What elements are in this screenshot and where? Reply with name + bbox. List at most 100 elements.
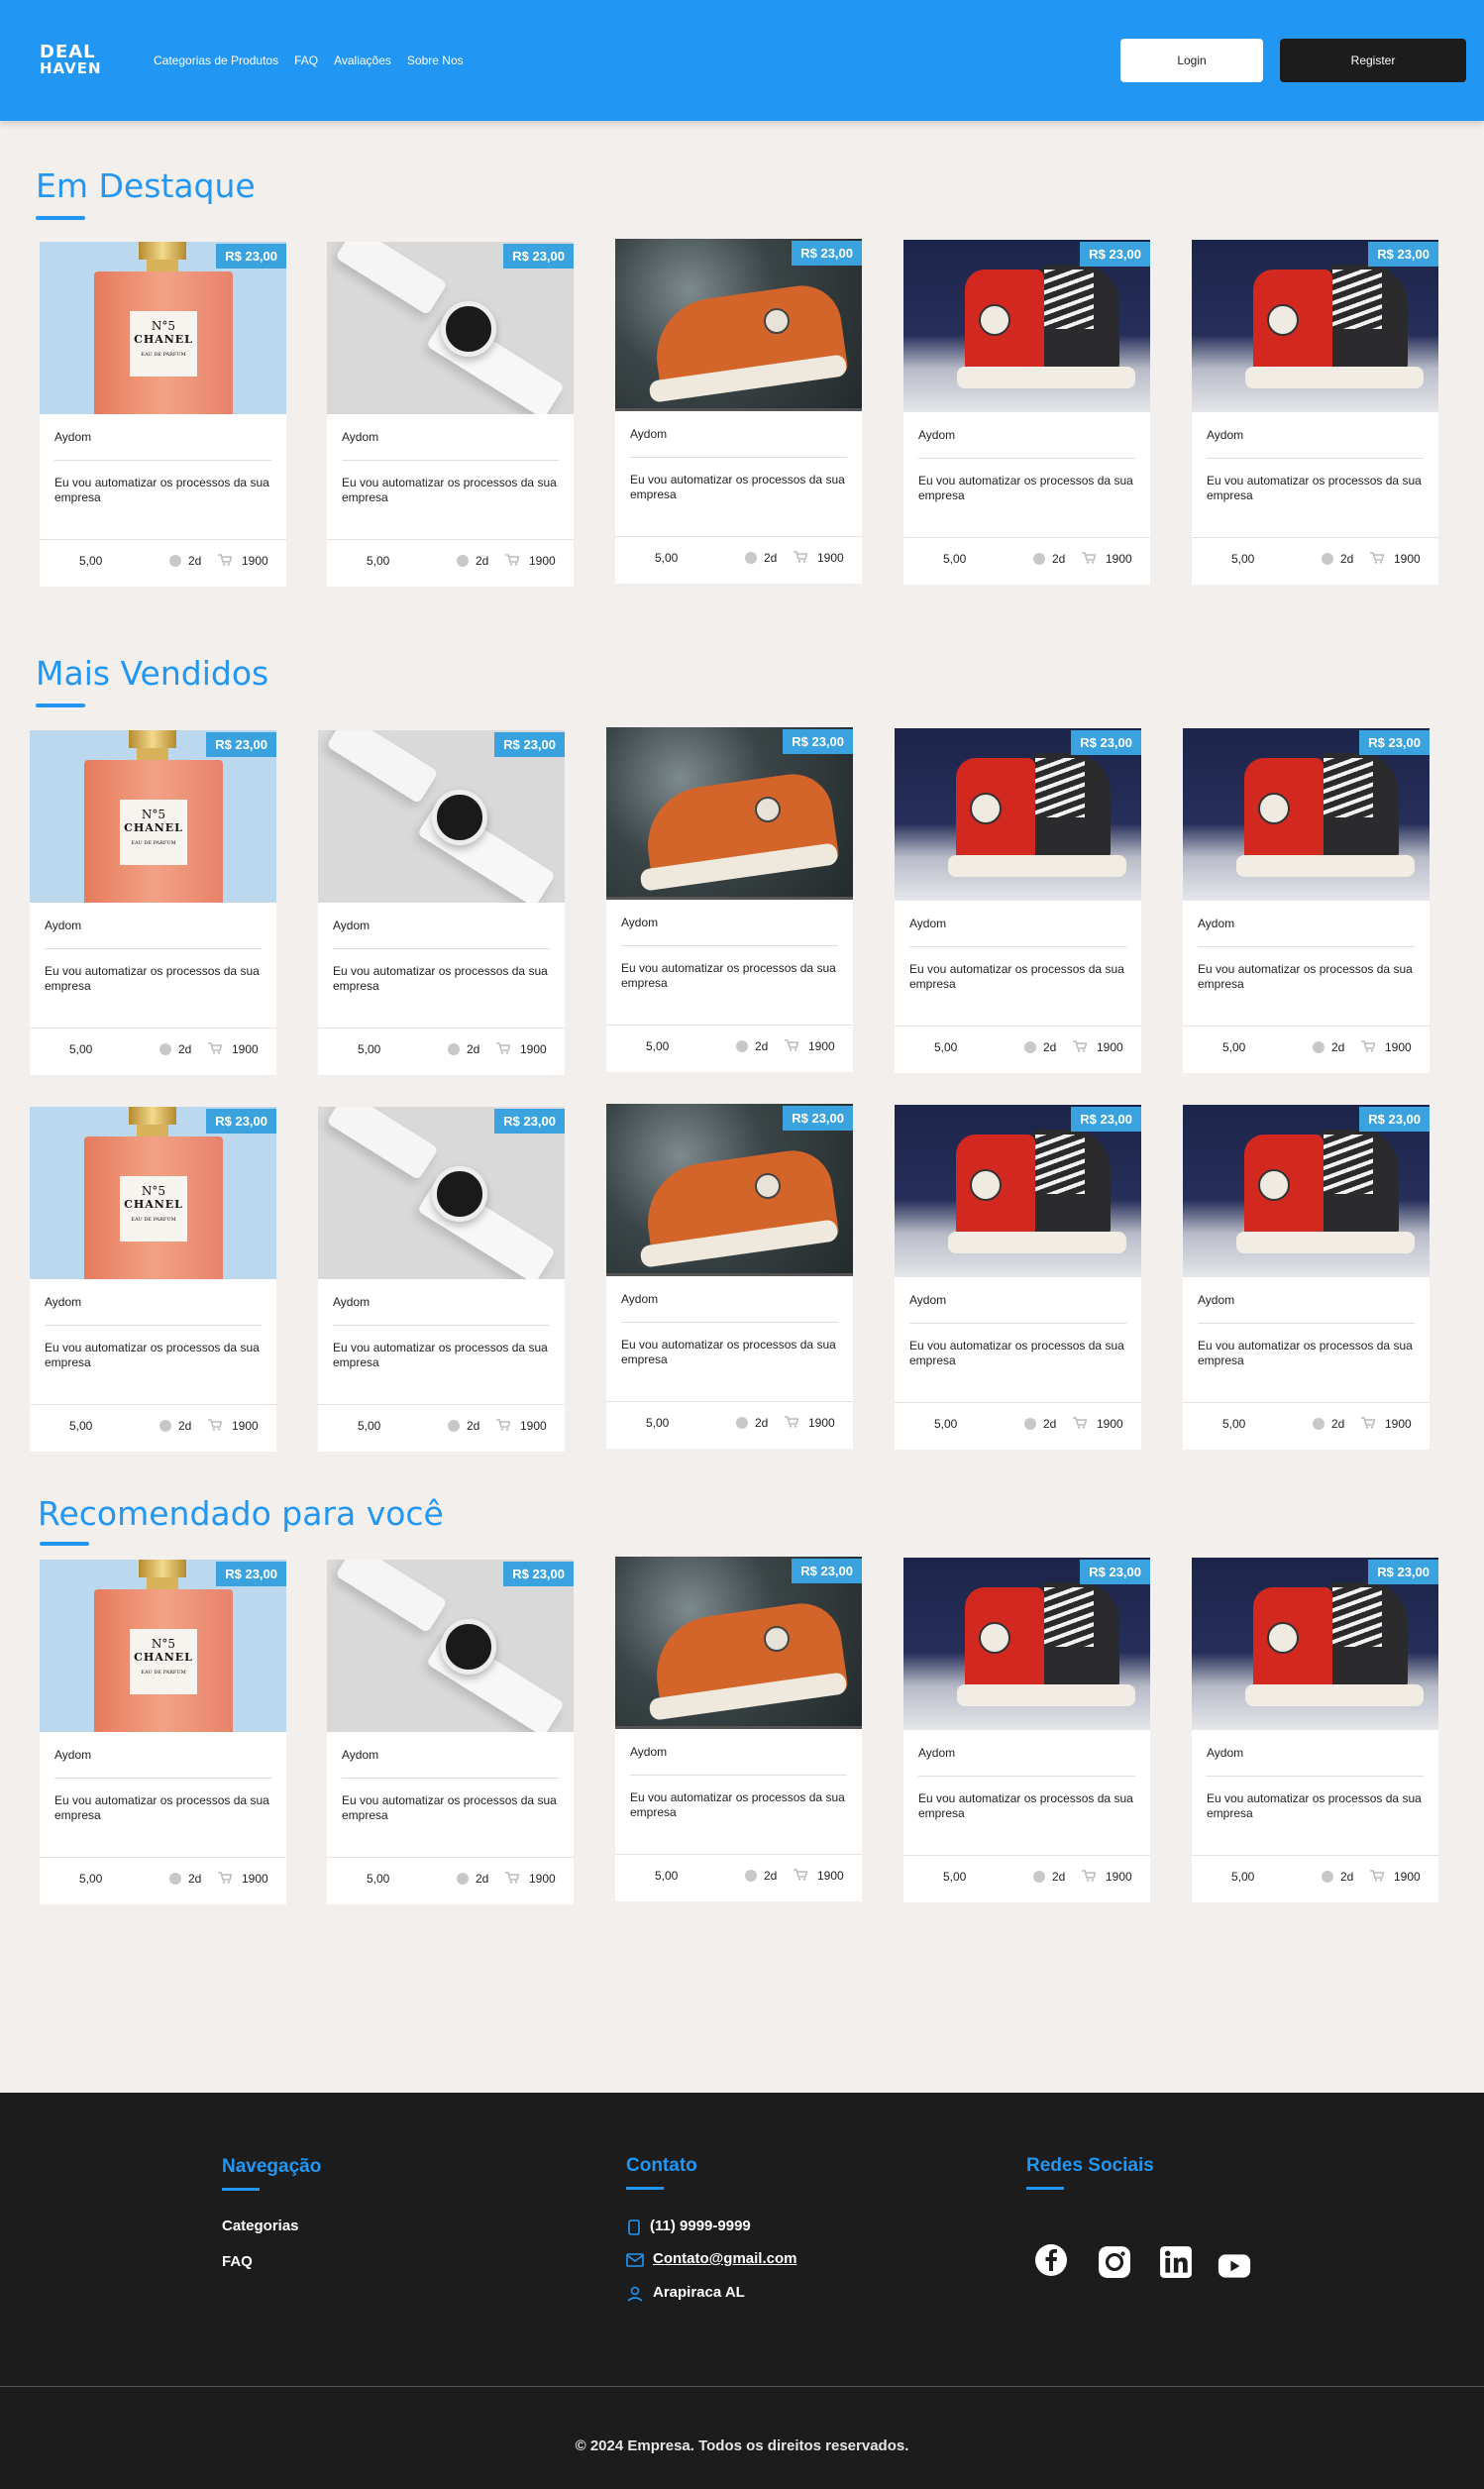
footer-title-underline <box>1026 2187 1064 2190</box>
perfume-image[interactable]: N°5 CHANEL EAU DE PARFUM R$ 23,00 <box>30 730 276 903</box>
orange-sneaker-image[interactable]: R$ 23,00 <box>615 239 862 411</box>
seller-name: Aydom <box>45 919 82 932</box>
red-black-sneaker-image[interactable]: R$ 23,00 <box>895 1105 1141 1277</box>
red-black-sneaker-image[interactable]: R$ 23,00 <box>1192 1558 1438 1730</box>
product-card[interactable]: N°5 CHANEL EAU DE PARFUM R$ 23,00 Aydom Eu vo… <box>40 242 286 587</box>
product-card[interactable]: N°5 CHANEL EAU DE PARFUM R$ 23,00 Aydom Eu vo… <box>30 730 276 1075</box>
instagram-icon[interactable] <box>1098 2245 1131 2279</box>
product-card[interactable]: R$ 23,00 Aydom Eu vou automatizar os proce… <box>1183 1105 1430 1450</box>
red-black-sneaker-image[interactable]: R$ 23,00 <box>1183 728 1430 901</box>
delivery-days: 2d <box>1340 552 1354 566</box>
clock-icon <box>1313 1418 1325 1430</box>
perfume-image[interactable]: N°5 CHANEL EAU DE PARFUM R$ 23,00 <box>40 1560 286 1732</box>
product-card[interactable]: N°5 CHANEL EAU DE PARFUM R$ 23,00 Aydom Eu vo… <box>40 1560 286 1904</box>
red-black-sneaker-image[interactable]: R$ 23,00 <box>903 240 1150 412</box>
perfume-image[interactable]: N°5 CHANEL EAU DE PARFUM R$ 23,00 <box>30 1107 276 1279</box>
nav-faq[interactable]: FAQ <box>294 54 318 67</box>
cart-icon <box>1082 1870 1096 1882</box>
delivery-days: 2d <box>476 554 489 568</box>
product-card[interactable]: R$ 23,00 Aydom Eu vou automatizar os proce… <box>1192 1558 1438 1902</box>
clock-icon <box>457 1873 469 1885</box>
product-description: Eu vou automatizar os processos da sua e… <box>1207 474 1422 502</box>
rating-value: 5,00 <box>1231 552 1255 566</box>
rating-value: 5,00 <box>69 1419 93 1433</box>
orange-sneaker-image[interactable]: R$ 23,00 <box>615 1557 862 1729</box>
red-black-sneaker-image[interactable]: R$ 23,00 <box>903 1558 1150 1730</box>
footer-link-categorias[interactable]: Categorias <box>222 2218 299 2234</box>
section-title-recomendado: Recomendado para você <box>38 1494 444 1533</box>
card-meta: 5,00 2d 1900 <box>1192 549 1438 569</box>
product-card[interactable]: R$ 23,00 Aydom Eu vou automatizar os proce… <box>895 728 1141 1073</box>
card-divider <box>621 1322 838 1323</box>
nav-categorias[interactable]: Categorias de Produtos <box>154 54 278 67</box>
product-description: Eu vou automatizar os processos da sua e… <box>1198 962 1413 991</box>
product-card[interactable]: R$ 23,00 Aydom Eu vou automatizar os proce… <box>903 240 1150 585</box>
product-description: Eu vou automatizar os processos da sua e… <box>54 476 269 504</box>
card-footer-divider <box>903 537 1150 538</box>
sales-count: 1900 <box>232 1042 259 1056</box>
rating-value: 5,00 <box>79 554 103 568</box>
seller-name: Aydom <box>54 430 92 444</box>
price-badge: R$ 23,00 <box>1359 730 1430 755</box>
perfume-image[interactable]: N°5 CHANEL EAU DE PARFUM R$ 23,00 <box>40 242 286 414</box>
facebook-icon[interactable] <box>1034 2243 1068 2277</box>
orange-sneaker-image[interactable]: R$ 23,00 <box>606 727 853 900</box>
red-black-sneaker-image[interactable]: R$ 23,00 <box>1183 1105 1430 1277</box>
product-card[interactable]: N°5 CHANEL EAU DE PARFUM R$ 23,00 Aydom Eu vo… <box>30 1107 276 1452</box>
youtube-icon[interactable] <box>1218 2249 1251 2283</box>
cart-icon <box>505 1872 519 1884</box>
product-card[interactable]: R$ 23,00 Aydom Eu vou automatizar os proce… <box>1183 728 1430 1073</box>
card-divider <box>909 1323 1126 1324</box>
clock-icon <box>1033 1871 1045 1883</box>
footer-email-link[interactable]: Contato@gmail.com <box>653 2250 796 2267</box>
price-badge: R$ 23,00 <box>216 1562 286 1586</box>
sales-count: 1900 <box>1106 1870 1132 1884</box>
card-meta: 5,00 2d 1900 <box>1183 1037 1430 1057</box>
rating-value: 5,00 <box>79 1872 103 1886</box>
footer-nav-title: Navegação <box>222 2156 322 2177</box>
product-card[interactable]: R$ 23,00 Aydom Eu vou automatizar os proce… <box>615 1557 862 1901</box>
product-card[interactable]: R$ 23,00 Aydom Eu vou automatizar os proce… <box>606 727 853 1072</box>
product-card[interactable]: R$ 23,00 Aydom Eu vou automatizar os proce… <box>895 1105 1141 1450</box>
card-meta: 5,00 2d 1900 <box>615 548 862 568</box>
rating-value: 5,00 <box>655 1869 679 1883</box>
register-button[interactable]: Register <box>1280 39 1466 82</box>
sales-count: 1900 <box>817 551 844 565</box>
smartwatch-image[interactable]: R$ 23,00 <box>318 1107 565 1279</box>
card-footer-divider <box>30 1404 276 1405</box>
red-black-sneaker-image[interactable]: R$ 23,00 <box>895 728 1141 901</box>
product-card[interactable]: R$ 23,00 Aydom Eu vou automatizar os proce… <box>327 242 574 587</box>
linkedin-icon[interactable] <box>1159 2245 1193 2279</box>
product-description: Eu vou automatizar os processos da sua e… <box>1207 1791 1422 1820</box>
product-card[interactable]: R$ 23,00 Aydom Eu vou automatizar os proce… <box>1192 240 1438 585</box>
product-card[interactable]: R$ 23,00 Aydom Eu vou automatizar os proce… <box>318 730 565 1075</box>
sales-count: 1900 <box>242 1872 268 1886</box>
clock-icon <box>159 1043 171 1055</box>
product-card[interactable]: R$ 23,00 Aydom Eu vou automatizar os proce… <box>606 1104 853 1449</box>
product-description: Eu vou automatizar os processos da sua e… <box>918 474 1133 502</box>
product-card[interactable]: R$ 23,00 Aydom Eu vou automatizar os proce… <box>903 1558 1150 1902</box>
rating-value: 5,00 <box>934 1417 958 1431</box>
deal-haven-logo[interactable]: DEAL HAVEN <box>40 44 102 76</box>
smartwatch-image[interactable]: R$ 23,00 <box>327 1560 574 1732</box>
nav-avaliacoes[interactable]: Avaliações <box>334 54 391 67</box>
product-description: Eu vou automatizar os processos da sua e… <box>333 964 548 993</box>
card-footer-divider <box>1183 1026 1430 1027</box>
product-description: Eu vou automatizar os processos da sua e… <box>45 964 260 993</box>
delivery-days: 2d <box>467 1419 480 1433</box>
smartwatch-image[interactable]: R$ 23,00 <box>318 730 565 903</box>
product-card[interactable]: R$ 23,00 Aydom Eu vou automatizar os proce… <box>615 239 862 584</box>
seller-name: Aydom <box>54 1748 92 1762</box>
sales-count: 1900 <box>520 1042 547 1056</box>
login-button[interactable]: Login <box>1120 39 1263 82</box>
footer-link-faq[interactable]: FAQ <box>222 2253 253 2270</box>
smartwatch-image[interactable]: R$ 23,00 <box>327 242 574 414</box>
red-black-sneaker-image[interactable]: R$ 23,00 <box>1192 240 1438 412</box>
cart-icon <box>505 554 519 566</box>
product-card[interactable]: R$ 23,00 Aydom Eu vou automatizar os proce… <box>327 1560 574 1904</box>
clock-icon <box>745 552 757 564</box>
nav-sobre-nos[interactable]: Sobre Nos <box>407 54 464 67</box>
clock-icon <box>1322 553 1333 565</box>
orange-sneaker-image[interactable]: R$ 23,00 <box>606 1104 853 1276</box>
product-card[interactable]: R$ 23,00 Aydom Eu vou automatizar os proce… <box>318 1107 565 1452</box>
